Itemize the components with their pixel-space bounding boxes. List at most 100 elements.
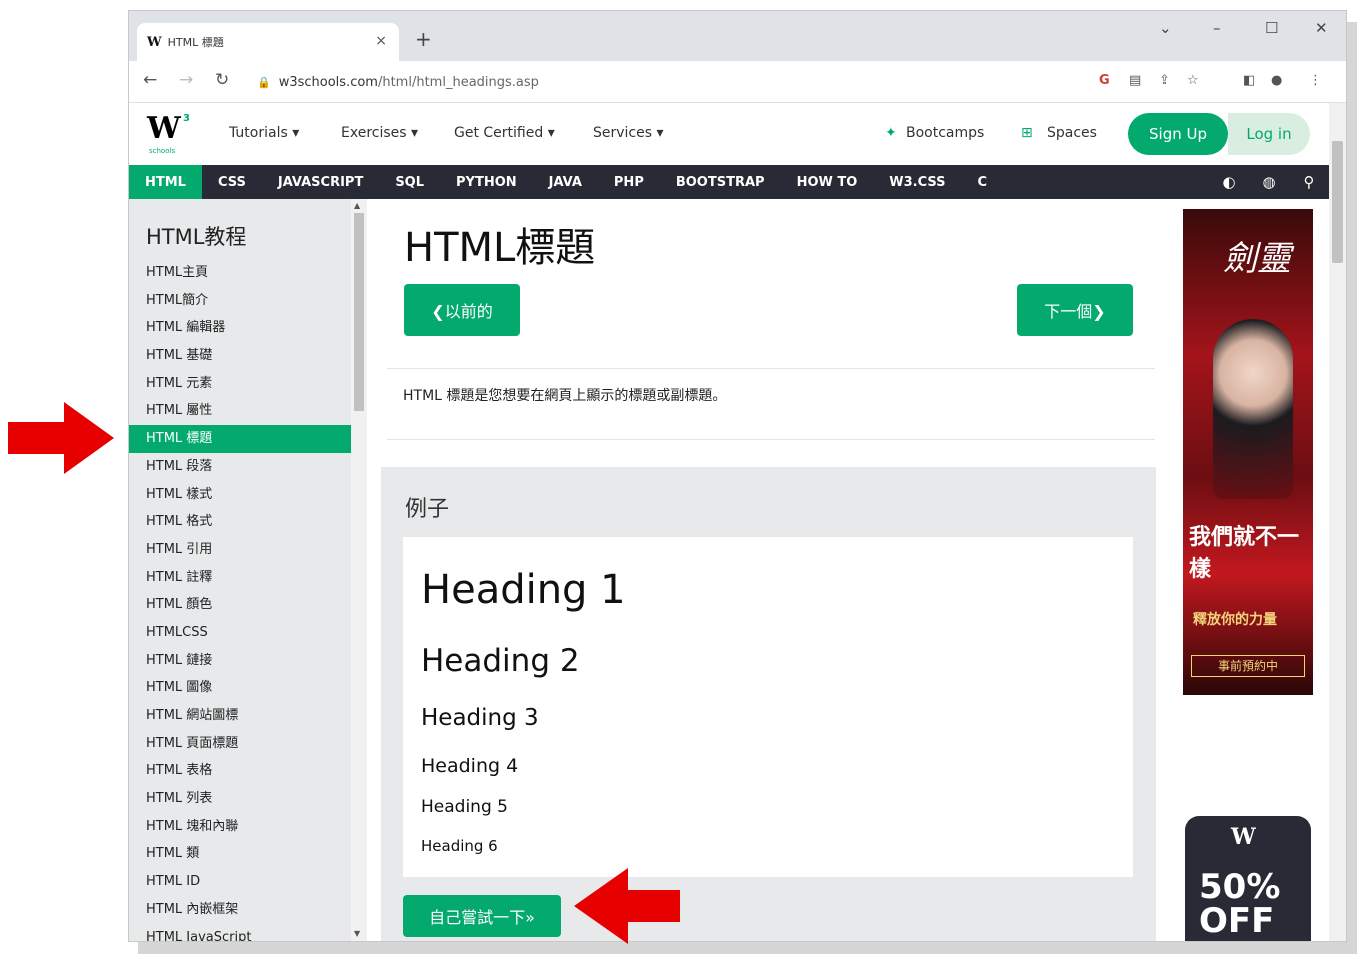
sidebar-link[interactable]: HTML 類 — [129, 840, 351, 868]
sidebar-link[interactable]: HTMLCSS — [129, 619, 351, 647]
menu-kebab-icon[interactable]: ⋮ — [1309, 73, 1322, 88]
sidebar-title: HTML教程 — [146, 225, 247, 249]
sidebar-link[interactable]: HTML 列表 — [129, 785, 351, 813]
logo-mark: W — [147, 111, 181, 146]
sparkle-icon: ✦ — [885, 125, 897, 141]
nav-spaces[interactable]: Spaces — [1047, 125, 1097, 141]
sidebar: HTML教程 HTML主頁 HTML簡介 HTML 編輯器 HTML 基礎 HTML 元… — [129, 199, 351, 942]
red-arrow-sidebar-icon — [8, 402, 114, 474]
sidebar-scrollbar[interactable]: ▲ ▼ — [351, 199, 367, 941]
example-output: Heading 1 Heading 2 Heading 3 Heading 4 … — [403, 537, 1133, 877]
next-button[interactable]: 下一個❯ — [1017, 284, 1133, 336]
new-tab-button[interactable]: + — [415, 27, 432, 51]
sidebar-link[interactable]: HTML 樣式 — [129, 481, 351, 509]
contrast-icon[interactable]: ◐ — [1209, 173, 1249, 191]
signup-button[interactable]: Sign Up — [1128, 113, 1228, 155]
search-icon[interactable]: ⚲ — [1289, 173, 1329, 191]
forward-arrow-icon[interactable]: → — [179, 70, 193, 90]
globe-icon[interactable]: ◍ — [1249, 173, 1289, 191]
ad-preorder-button[interactable]: 事前預約中 — [1191, 655, 1305, 677]
topic-sql[interactable]: SQL — [379, 165, 440, 199]
tab-title: HTML 標題 — [167, 36, 224, 49]
browser-toolbar: ← → ↻ 🔒 w3schools.com/html/html_headings… — [129, 61, 1346, 103]
sidebar-scroll-thumb[interactable] — [354, 213, 364, 411]
side-panel-icon[interactable]: ◧ — [1243, 73, 1255, 88]
scroll-down-icon[interactable]: ▼ — [354, 929, 360, 938]
tab-strip: W HTML 標題 × + ⌄ – ☐ ✕ — [129, 11, 1346, 61]
demo-heading-4: Heading 4 — [421, 755, 519, 777]
sidebar-link[interactable]: HTML 塊和內聯 — [129, 813, 351, 841]
sidebar-link[interactable]: HTML簡介 — [129, 287, 351, 315]
ad-slogan: 我們就不一樣 — [1189, 524, 1300, 582]
topic-java[interactable]: JAVA — [533, 165, 598, 199]
sidebar-link[interactable]: HTML主頁 — [129, 259, 351, 287]
topic-python[interactable]: PYTHON — [440, 165, 533, 199]
topic-c[interactable]: C — [962, 165, 1004, 199]
browser-window: W HTML 標題 × + ⌄ – ☐ ✕ ← → ↻ 🔒 w3schools.… — [128, 10, 1347, 942]
topic-html[interactable]: HTML — [129, 165, 202, 199]
sidebar-link[interactable]: HTML JavaScript — [129, 924, 351, 942]
topic-howto[interactable]: HOW TO — [781, 165, 874, 199]
nav-get-certified[interactable]: Get Certified ▾ — [454, 125, 555, 141]
scroll-up-icon[interactable]: ▲ — [354, 201, 360, 210]
sidebar-link[interactable]: HTML 格式 — [129, 508, 351, 536]
sidebar-link[interactable]: HTML 鏈接 — [129, 647, 351, 675]
sidebar-link[interactable]: HTML 基礎 — [129, 342, 351, 370]
nav-services[interactable]: Services ▾ — [593, 125, 664, 141]
address-bar[interactable]: 🔒 w3schools.com/html/html_headings.asp — [247, 67, 1317, 97]
topic-php[interactable]: PHP — [598, 165, 660, 199]
page-scrollbar[interactable] — [1329, 103, 1346, 941]
close-window-button[interactable]: ✕ — [1315, 19, 1328, 37]
sidebar-link[interactable]: HTML 元素 — [129, 370, 351, 398]
w3schools-promo-ad[interactable]: W 50% OFF — [1185, 816, 1311, 941]
sidebar-link[interactable]: HTML 表格 — [129, 757, 351, 785]
sidebar-link[interactable]: HTML 編輯器 — [129, 314, 351, 342]
minimize-button[interactable]: – — [1213, 19, 1221, 37]
demo-heading-3: Heading 3 — [421, 705, 539, 731]
sidebar-link[interactable]: HTML 註釋 — [129, 564, 351, 592]
topic-javascript[interactable]: JAVASCRIPT — [262, 165, 379, 199]
intro-text: HTML 標題是您想要在網頁上顯示的標題或副標題。 — [403, 388, 727, 404]
try-it-button[interactable]: 自己嘗試一下» — [403, 895, 561, 937]
topic-bootstrap[interactable]: BOOTSTRAP — [660, 165, 781, 199]
sidebar-link[interactable]: HTML 內嵌框架 — [129, 896, 351, 924]
sidebar-link[interactable]: HTML 網站圖標 — [129, 702, 351, 730]
prev-button[interactable]: ❮以前的 — [404, 284, 520, 336]
maximize-button[interactable]: ☐ — [1265, 19, 1278, 37]
sidebar-link[interactable]: HTML 頁面標題 — [129, 730, 351, 758]
close-tab-icon[interactable]: × — [375, 33, 387, 49]
ad-subtitle: 釋放你的力量 — [1193, 612, 1277, 628]
browser-tab[interactable]: W HTML 標題 × — [137, 23, 399, 61]
ad-character-image — [1213, 319, 1293, 499]
sidebar-link[interactable]: HTML ID — [129, 868, 351, 896]
nav-tutorials[interactable]: Tutorials ▾ — [229, 125, 299, 141]
ad-title: 劍靈 — [1223, 239, 1291, 279]
share-icon[interactable]: ⇪ — [1159, 73, 1170, 88]
site-header: W 3 schools Tutorials ▾ Exercises ▾ Get … — [129, 103, 1329, 165]
back-arrow-icon[interactable]: ← — [143, 70, 157, 90]
sidebar-link[interactable]: HTML 屬性 — [129, 397, 351, 425]
sidebar-link[interactable]: HTML 引用 — [129, 536, 351, 564]
tab-search-icon[interactable]: ⌄ — [1159, 19, 1172, 37]
demo-heading-5: Heading 5 — [421, 797, 508, 817]
promo-logo: W — [1231, 824, 1256, 850]
profile-icon[interactable]: ● — [1271, 73, 1282, 88]
topic-nav: HTML CSS JAVASCRIPT SQL PYTHON JAVA PHP … — [129, 165, 1329, 199]
sidebar-link[interactable]: HTML 顏色 — [129, 591, 351, 619]
sidebar-link[interactable]: HTML 標題 — [129, 425, 351, 453]
reload-icon[interactable]: ↻ — [215, 70, 229, 90]
w3schools-logo[interactable]: W 3 schools — [147, 111, 197, 159]
nav-bootcamps[interactable]: Bootcamps — [906, 125, 984, 141]
topic-css[interactable]: CSS — [202, 165, 262, 199]
sidebar-link[interactable]: HTML 圖像 — [129, 674, 351, 702]
nav-exercises[interactable]: Exercises ▾ — [341, 125, 418, 141]
topic-w3css[interactable]: W3.CSS — [873, 165, 961, 199]
google-icon[interactable]: G — [1099, 73, 1110, 88]
game-ad-banner[interactable]: 劍靈 我們就不一樣 釋放你的力量 事前預約中 — [1183, 209, 1313, 695]
page-scroll-thumb[interactable] — [1332, 141, 1343, 263]
sidebar-link[interactable]: HTML 段落 — [129, 453, 351, 481]
demo-heading-2: Heading 2 — [421, 643, 580, 679]
translate-icon[interactable]: ▤ — [1129, 73, 1141, 88]
bookmark-star-icon[interactable]: ☆ — [1187, 73, 1199, 88]
login-button[interactable]: Log in — [1228, 113, 1310, 155]
